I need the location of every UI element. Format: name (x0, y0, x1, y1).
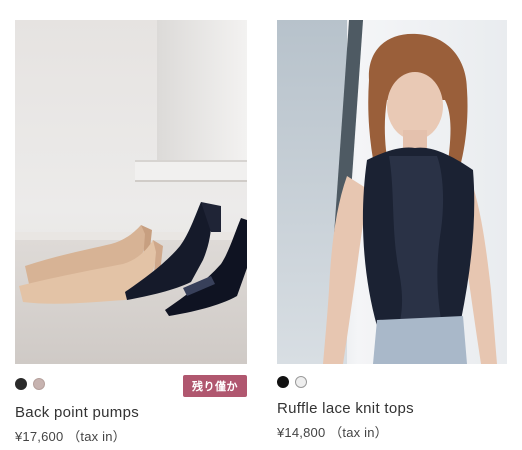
swatch-black[interactable] (277, 376, 289, 388)
product-name[interactable]: Back point pumps (15, 404, 247, 421)
product-price: ¥17,600 （tax in） (15, 429, 126, 444)
product-meta-row (277, 372, 507, 400)
color-swatches (277, 376, 307, 388)
model-illustration (323, 33, 497, 364)
swatch-white[interactable] (295, 376, 307, 388)
swatch-beige[interactable] (33, 378, 45, 390)
swatch-black[interactable] (15, 378, 27, 390)
product-image-pumps[interactable] (15, 20, 247, 364)
product-card-ruffle-top[interactable]: Ruffle lace knit tops ¥14,800 （tax in） (277, 20, 507, 441)
color-swatches (15, 378, 45, 390)
low-stock-badge: 残り僅か (183, 375, 247, 397)
product-price: ¥14,800 （tax in） (277, 425, 388, 440)
product-name[interactable]: Ruffle lace knit tops (277, 400, 507, 417)
product-card-pumps[interactable]: 残り僅か Back point pumps ¥17,600 （tax in） (15, 20, 247, 445)
product-meta-row: 残り僅か (15, 374, 247, 402)
product-image-ruffle-top[interactable] (277, 20, 507, 364)
pumps-illustration (19, 202, 247, 316)
